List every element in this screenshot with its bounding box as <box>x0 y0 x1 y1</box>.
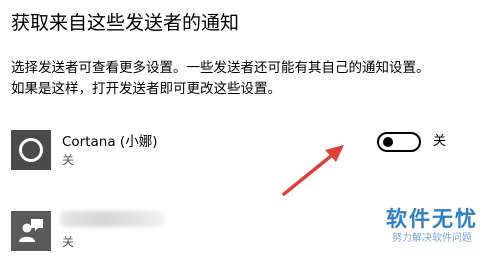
sender-name: Cortana (小娜) <box>62 134 158 150</box>
watermark-subtitle: 努力解决软件问题 <box>392 233 472 244</box>
cortana-ring-icon <box>11 130 51 170</box>
sender-name-blurred <box>60 211 165 227</box>
toggle-state-label: 关 <box>433 134 447 149</box>
cortana-notification-toggle[interactable] <box>377 132 421 152</box>
sender-state: 关 <box>62 235 75 249</box>
annotation-arrow <box>282 145 344 196</box>
section-description: 选择发送者可查看更多设置。一些发送者还可能有其自己的通知设置。如果是这样，打开发… <box>11 60 430 97</box>
sender-state: 关 <box>62 153 75 167</box>
watermark-title: 软件无忧 <box>386 207 478 231</box>
section-title: 获取来自这些发送者的通知 <box>11 12 240 34</box>
toggle-knob <box>383 137 393 147</box>
contact-support-icon <box>11 211 51 251</box>
watermark-logo: 软件无忧 努力解决软件问题 <box>373 206 491 246</box>
